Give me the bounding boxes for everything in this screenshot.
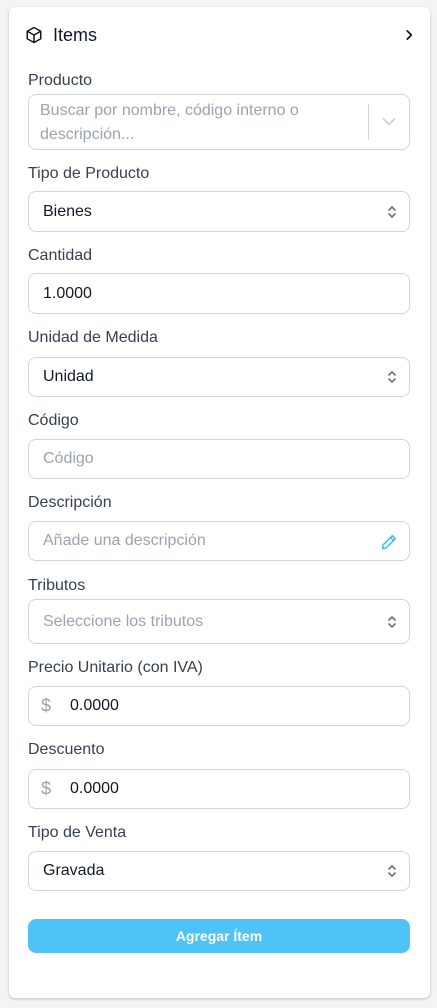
precio-unitario-field: Precio Unitario (con IVA) $ 0.0000 <box>28 658 410 728</box>
select-arrows-icon <box>387 863 397 879</box>
unidad-medida-value: Unidad <box>43 368 94 385</box>
tributos-field: Tributos Seleccione los tributos <box>28 576 410 652</box>
items-header[interactable]: Items <box>9 7 430 63</box>
tipo-venta-label: Tipo de Venta <box>28 824 127 841</box>
unidad-medida-select[interactable]: Unidad <box>28 357 410 397</box>
descripcion-label: Descripción <box>28 494 112 511</box>
select-separator <box>368 104 369 140</box>
select-arrows-icon <box>387 614 397 630</box>
codigo-placeholder: Código <box>43 450 94 467</box>
cantidad-field: Cantidad 1.0000 <box>28 246 410 316</box>
producto-placeholder: Buscar por nombre, código interno o desc… <box>40 102 299 143</box>
codigo-label: Código <box>28 412 79 429</box>
tributos-placeholder: Seleccione los tributos <box>43 612 204 630</box>
unidad-medida-label: Unidad de Medida <box>28 329 158 346</box>
descuento-input[interactable]: $ 0.0000 <box>28 769 410 809</box>
tipo-producto-field: Tipo de Producto Bienes <box>28 164 410 234</box>
tipo-venta-field: Tipo de Venta Gravada <box>28 823 410 893</box>
producto-label: Producto <box>28 72 93 89</box>
agregar-item-button[interactable]: Agregar Ítem <box>28 919 410 953</box>
descripcion-input[interactable]: Añade una descripción <box>28 521 410 561</box>
tributos-label: Tributos <box>28 577 86 594</box>
descripcion-field: Descripción Añade una descripción <box>28 493 410 563</box>
descripcion-placeholder: Añade una descripción <box>43 532 206 549</box>
tipo-producto-label: Tipo de Producto <box>28 165 150 182</box>
tipo-venta-value: Gravada <box>43 862 105 879</box>
dollar-icon: $ <box>41 778 52 799</box>
descuento-value: 0.0000 <box>70 780 119 797</box>
producto-search-input[interactable]: Buscar por nombre, código interno o desc… <box>28 94 410 150</box>
items-card: Items Producto Buscar por nombre, código… <box>9 7 430 998</box>
cantidad-label: Cantidad <box>28 247 93 264</box>
producto-field: Producto Buscar por nombre, código inter… <box>28 71 410 151</box>
cantidad-value: 1.0000 <box>43 284 92 302</box>
tipo-producto-value: Bienes <box>43 202 92 220</box>
chevron-down-icon[interactable] <box>381 116 397 128</box>
cantidad-input[interactable]: 1.0000 <box>28 273 410 314</box>
select-arrows-icon <box>387 369 397 385</box>
precio-unitario-label: Precio Unitario (con IVA) <box>28 659 203 676</box>
descuento-label: Descuento <box>28 741 105 758</box>
codigo-field: Código Código <box>28 411 410 481</box>
chevron-right-icon[interactable] <box>402 28 416 42</box>
dollar-icon: $ <box>41 695 52 716</box>
tributos-select[interactable]: Seleccione los tributos <box>28 599 410 644</box>
codigo-input[interactable]: Código <box>28 439 410 479</box>
pencil-icon[interactable] <box>380 533 398 551</box>
tipo-producto-select[interactable]: Bienes <box>28 191 410 232</box>
items-title: Items <box>53 24 98 45</box>
select-arrows-icon <box>387 204 397 220</box>
descuento-field: Descuento $ 0.0000 <box>28 740 410 810</box>
precio-unitario-value: 0.0000 <box>70 697 119 714</box>
tipo-venta-select[interactable]: Gravada <box>28 851 410 891</box>
cube-icon <box>25 26 43 44</box>
precio-unitario-input[interactable]: $ 0.0000 <box>28 686 410 726</box>
unidad-medida-field: Unidad de Medida Unidad <box>28 328 410 398</box>
